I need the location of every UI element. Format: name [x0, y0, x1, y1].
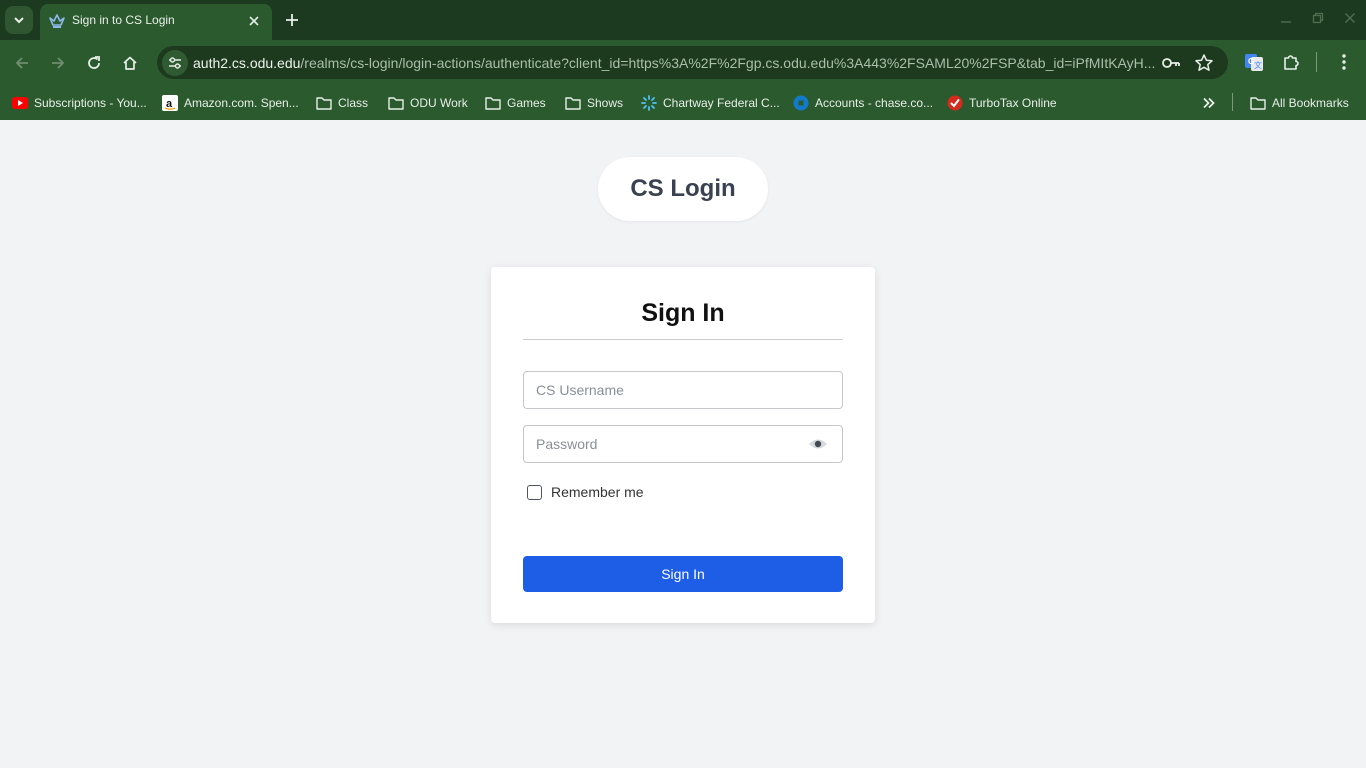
all-bookmarks-button[interactable]: All Bookmarks	[1250, 94, 1349, 112]
bookmark-subscriptions[interactable]: Subscriptions - You...	[12, 94, 147, 112]
minimize-button[interactable]	[1278, 10, 1294, 26]
password-field[interactable]	[523, 425, 843, 463]
folder-icon	[388, 95, 404, 111]
reload-icon	[88, 56, 100, 69]
bookmark-folder-games[interactable]: Games	[485, 94, 546, 112]
window-close-button[interactable]	[1342, 10, 1358, 26]
bookmark-chase[interactable]: Accounts - chase.co...	[793, 94, 933, 112]
plus-icon	[286, 14, 298, 26]
bookmarks-bar: Subscriptions - You... a Amazon.com. Spe…	[0, 86, 1366, 120]
bookmark-label: ODU Work	[410, 96, 468, 110]
extensions-button[interactable]	[1279, 50, 1303, 74]
double-chevron-right-icon	[1201, 95, 1217, 111]
folder-icon	[1250, 95, 1266, 111]
all-bookmarks-label: All Bookmarks	[1272, 96, 1349, 110]
bookmark-label: Chartway Federal C...	[663, 96, 780, 110]
youtube-icon	[12, 95, 28, 111]
puzzle-icon	[1284, 55, 1299, 70]
bookmark-label: Shows	[587, 96, 624, 110]
remember-me-label: Remember me	[551, 484, 644, 500]
svg-text:文: 文	[1254, 60, 1262, 70]
home-icon	[123, 56, 137, 70]
bookmark-folder-odu-work[interactable]: ODU Work	[388, 94, 468, 112]
browser-menu-button[interactable]	[1332, 50, 1356, 74]
tab-close-button[interactable]	[246, 13, 262, 29]
folder-icon	[316, 95, 332, 111]
password-key-icon[interactable]	[1161, 54, 1181, 72]
bookmark-label: Games	[507, 96, 546, 110]
browser-toolbar: auth2.cs.odu.edu/realms/cs-login/login-a…	[0, 40, 1366, 86]
bookmark-label: Amazon.com. Spen...	[184, 96, 299, 110]
chase-icon	[793, 95, 809, 111]
new-tab-button[interactable]	[280, 8, 304, 32]
bookmark-turbotax[interactable]: TurboTax Online	[947, 94, 1057, 112]
turbotax-icon	[947, 95, 963, 111]
more-vert-icon	[1342, 54, 1346, 70]
title-divider	[523, 339, 843, 340]
bookmark-label: Accounts - chase.co...	[815, 96, 934, 110]
translate-extension-button[interactable]: G文	[1242, 50, 1266, 74]
close-icon	[1345, 13, 1355, 23]
password-input[interactable]	[524, 426, 842, 462]
tab-active[interactable]: Sign in to CS Login	[40, 4, 272, 40]
username-input[interactable]	[524, 372, 842, 408]
bookmark-label: TurboTax Online	[969, 96, 1057, 110]
sign-in-button[interactable]: Sign In	[523, 556, 843, 592]
bookmarks-divider	[1232, 93, 1233, 111]
forward-button[interactable]	[45, 50, 71, 76]
url-text[interactable]: auth2.cs.odu.edu/realms/cs-login/login-a…	[193, 55, 1155, 71]
login-page: CS Login Sign In Remember me Sign In	[0, 120, 1366, 768]
username-field[interactable]	[523, 371, 843, 409]
bookmark-chartway[interactable]: Chartway Federal C...	[641, 94, 780, 112]
site-info-button[interactable]	[162, 50, 188, 76]
chevron-down-icon	[14, 17, 24, 24]
folder-icon	[485, 95, 501, 111]
restore-icon	[1312, 12, 1324, 24]
more-bookmarks-button[interactable]	[1201, 94, 1217, 112]
close-icon	[249, 16, 259, 26]
page-title: Sign In	[641, 299, 725, 327]
toolbar-divider	[1316, 52, 1317, 72]
arrow-right-icon	[52, 57, 65, 69]
remember-me-checkbox[interactable]	[527, 484, 542, 500]
odu-crown-icon	[49, 14, 65, 28]
bookmark-folder-shows[interactable]: Shows	[565, 94, 623, 112]
chartway-icon	[641, 95, 657, 111]
amazon-icon: a	[162, 95, 178, 111]
google-translate-icon: G文	[1245, 54, 1263, 71]
browser-titlebar: Sign in to CS Login	[0, 0, 1366, 40]
eye-icon[interactable]	[808, 437, 828, 451]
login-card: Sign In Remember me Sign In	[491, 267, 875, 623]
tab-title: Sign in to CS Login	[72, 13, 175, 27]
tune-icon	[169, 57, 181, 69]
restore-button[interactable]	[1310, 10, 1326, 26]
url-host: auth2.cs.odu.edu	[193, 55, 301, 71]
arrow-left-icon	[15, 57, 28, 69]
bookmark-label: Subscriptions - You...	[34, 96, 147, 110]
tab-search-button[interactable]	[5, 6, 33, 34]
bookmark-label: Class	[338, 96, 369, 110]
bookmark-star-icon[interactable]	[1194, 53, 1214, 73]
bookmark-folder-class[interactable]: Class	[316, 94, 368, 112]
url-path: /realms/cs-login/login-actions/authentic…	[300, 55, 1155, 71]
back-button[interactable]	[9, 50, 35, 76]
minimize-icon	[1281, 21, 1291, 23]
brand-header: CS Login	[598, 157, 768, 221]
reload-button[interactable]	[81, 50, 107, 76]
folder-icon	[565, 95, 581, 111]
home-button[interactable]	[117, 50, 143, 76]
remember-me[interactable]: Remember me	[527, 483, 644, 501]
bookmark-amazon[interactable]: a Amazon.com. Spen...	[162, 94, 299, 112]
address-bar[interactable]: auth2.cs.odu.edu/realms/cs-login/login-a…	[157, 46, 1228, 79]
